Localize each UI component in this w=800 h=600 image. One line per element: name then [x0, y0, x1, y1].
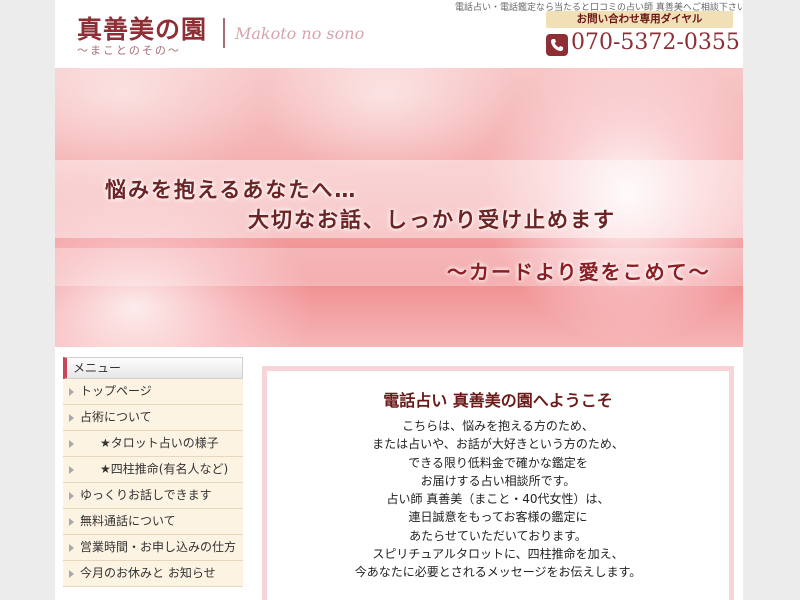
sidebar-item-label: ★タロット占いの様子: [100, 436, 219, 450]
sidebar-item-label: 営業時間・お申し込みの仕方: [80, 540, 237, 554]
sidebar-item-four-pillars[interactable]: ★四柱推命(有名人など): [63, 457, 243, 483]
sidebar-item-news[interactable]: 今月のお休みと お知らせ: [63, 561, 243, 587]
welcome-line: あたらせていただいております。: [409, 528, 587, 543]
welcome-line: お届けする占い相談所です。: [420, 473, 576, 488]
arrow-icon: [69, 440, 74, 448]
arrow-icon: [69, 544, 74, 552]
phone-icon: [546, 34, 568, 56]
page: 真善美の園 ～まことのその～ Makoto no sono 電話占い・電話鑑定な…: [55, 0, 743, 600]
welcome-text: こちらは、悩みを抱える方のため、 または占いや、お話が大好きという方のため、 で…: [267, 417, 729, 582]
arrow-icon: [69, 466, 74, 474]
welcome-panel: 電話占い 真善美の園へようこそ こちらは、悩みを抱える方のため、 または占いや、…: [262, 366, 734, 600]
site-logo-romaji: Makoto no sono: [235, 24, 365, 43]
sidebar-item-label: 今月のお休みと お知らせ: [80, 566, 216, 580]
sidebar-item-label: トップページ: [80, 384, 152, 398]
welcome-line: 連日誠意をもってお客様の鑑定に: [408, 510, 588, 525]
logo-divider: [223, 18, 225, 48]
arrow-icon: [69, 414, 74, 422]
menu-title: メニュー: [63, 357, 243, 379]
welcome-line: 占い師 真善美（まこと・40代女性）は、: [386, 492, 610, 507]
sidebar-item-divination[interactable]: 占術について: [63, 405, 243, 431]
sidebar-item-free-call[interactable]: 無料通話について: [63, 509, 243, 535]
sidebar-item-label: 無料通話について: [80, 514, 176, 528]
contact-label: お問い合わせ専用ダイヤル: [546, 11, 733, 28]
site-logo[interactable]: 真善美の園: [77, 10, 207, 46]
banner-headline-2: 大切なお話、しっかり受け止めます: [248, 208, 616, 232]
welcome-line: 今あなたに必要とされるメッセージをお伝えします。: [354, 565, 642, 580]
site-header: 真善美の園 ～まことのその～ Makoto no sono 電話占い・電話鑑定な…: [55, 0, 743, 68]
welcome-line: または占いや、お話が大好きという方のため、: [372, 437, 624, 452]
arrow-icon: [69, 570, 74, 578]
welcome-line: できる限り低料金で確かな鑑定を: [408, 455, 588, 470]
banner-headline-3: ～カードより愛をこめて～: [447, 260, 711, 284]
arrow-icon: [69, 388, 74, 396]
banner-headline-1: 悩みを抱えるあなたへ…: [105, 178, 358, 202]
welcome-title: 電話占い 真善美の園へようこそ: [383, 391, 613, 410]
sidebar-menu: メニュー トップページ 占術について ★タロット占いの様子 ★四柱推命(有名人な…: [63, 357, 243, 587]
welcome-line: スピリチュアルタロットに、四柱推命を加え、: [372, 547, 624, 562]
phone-number[interactable]: 070-5372-0355: [571, 30, 740, 55]
sidebar-item-relaxed-talk[interactable]: ゆっくりお話しできます: [63, 483, 243, 509]
arrow-icon: [69, 492, 74, 500]
welcome-line: こちらは、悩みを抱える方のため、: [402, 419, 594, 433]
site-logo-subtitle: ～まことのその～: [77, 44, 181, 57]
sidebar-item-hours[interactable]: 営業時間・お申し込みの仕方: [63, 535, 243, 561]
hero-banner: 悩みを抱えるあなたへ… 大切なお話、しっかり受け止めます ～カードより愛をこめて…: [55, 68, 743, 347]
sidebar-item-label: ゆっくりお話しできます: [80, 488, 212, 502]
sidebar-item-top[interactable]: トップページ: [63, 379, 243, 405]
sidebar-item-label: 占術について: [80, 410, 152, 424]
arrow-icon: [69, 518, 74, 526]
sidebar-item-label: ★四柱推命(有名人など): [100, 462, 229, 476]
sidebar-item-tarot[interactable]: ★タロット占いの様子: [63, 431, 243, 457]
